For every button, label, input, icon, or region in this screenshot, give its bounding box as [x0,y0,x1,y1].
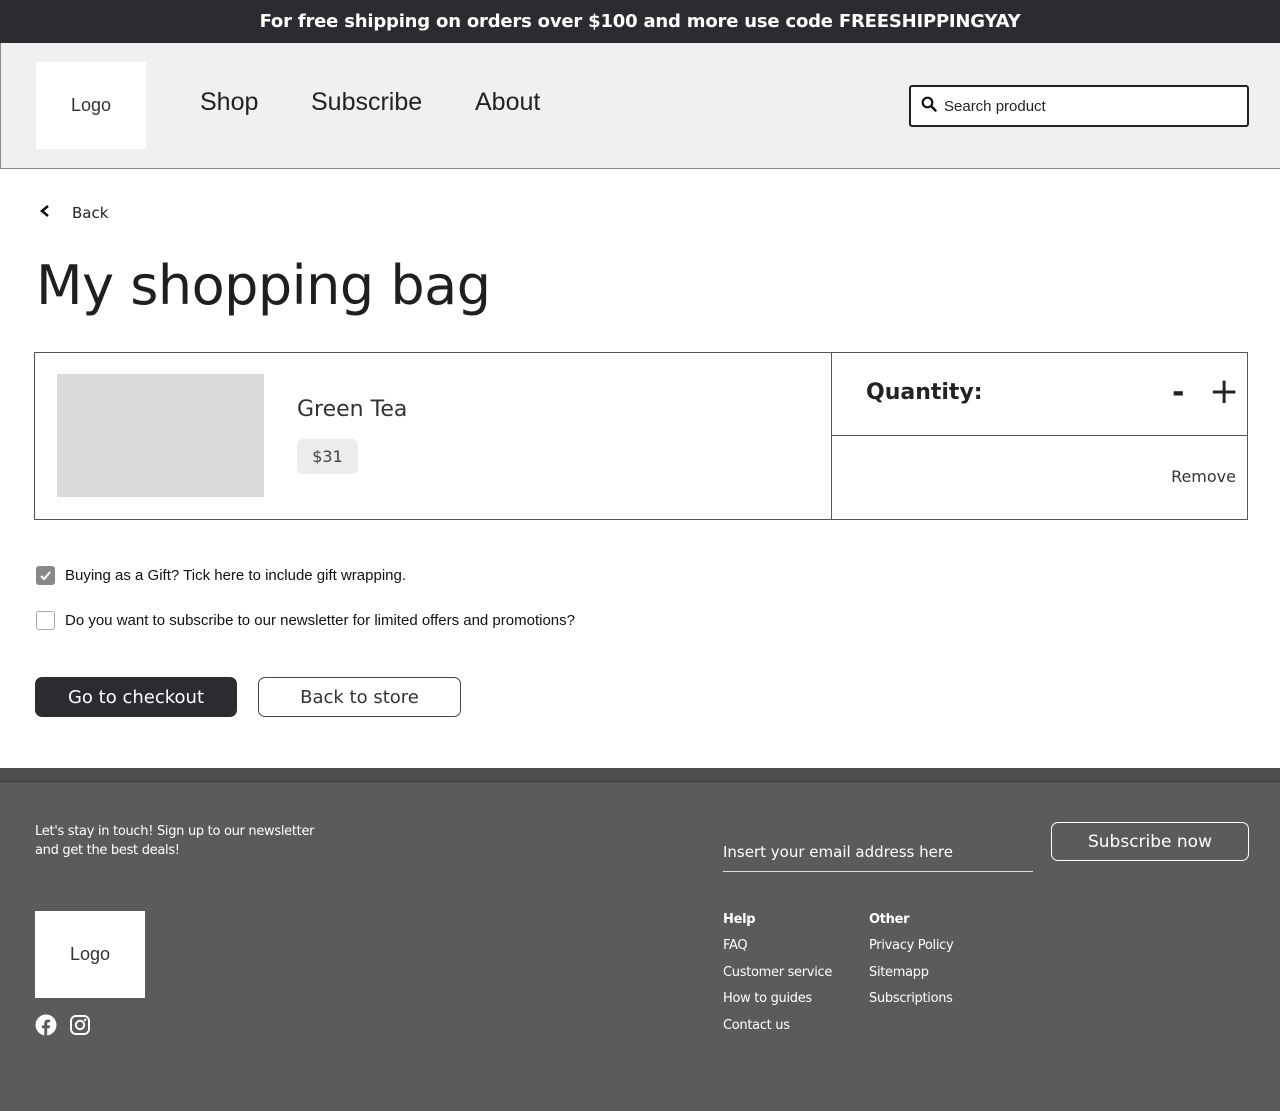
product-name[interactable]: Green Tea [297,397,407,422]
back-label: Back [72,203,109,222]
facebook-icon[interactable] [35,1014,57,1036]
footer-link-customer-service[interactable]: Customer service [723,965,832,992]
footer-other-links: Other Privacy Policy Sitemapp Subscripti… [869,912,954,1018]
checkout-button[interactable]: Go to checkout [35,677,237,717]
subscribe-now-button[interactable]: Subscribe now [1051,822,1249,861]
quantity-decrease-button[interactable]: - [1172,375,1184,410]
quantity-increase-button[interactable]: + [1209,371,1239,412]
footer-other-heading: Other [869,912,910,927]
bag-item: Green Tea $31 Quantity: - + Remove [34,352,1248,520]
footer-inner: Let's stay in touch! Sign up to our news… [0,781,1280,1111]
newsletter-option-label: Do you want to subscribe to our newslett… [65,612,575,629]
search-input[interactable] [944,97,1224,115]
footer-link-how-to-guides[interactable]: How to guides [723,991,832,1018]
newsletter-option[interactable]: Do you want to subscribe to our newslett… [36,611,575,630]
search-box[interactable] [909,85,1249,127]
quantity-row: Quantity: - + [832,353,1247,436]
gift-wrap-checkbox[interactable] [36,566,55,585]
site-header: Logo Shop Subscribe About [0,43,1280,169]
bag-item-details: Green Tea $31 [35,353,832,519]
footer-email-input[interactable] [723,832,1033,872]
footer-help-heading: Help [723,912,756,927]
footer-link-faq[interactable]: FAQ [723,938,832,965]
nav-subscribe[interactable]: Subscribe [311,88,422,117]
instagram-icon[interactable] [69,1014,91,1036]
footer-help-links: Help FAQ Customer service How to guides … [723,912,832,1044]
nav-about[interactable]: About [475,88,540,117]
footer-logo[interactable]: Logo [35,911,145,998]
footer-newsletter-text: Let's stay in touch! Sign up to our news… [35,824,315,858]
newsletter-checkbox[interactable] [36,611,55,630]
site-footer: Let's stay in touch! Sign up to our news… [0,768,1280,1111]
footer-link-privacy-policy[interactable]: Privacy Policy [869,938,954,965]
remove-item-button[interactable]: Remove [1171,467,1236,486]
gift-wrap-label: Buying as a Gift? Tick here to include g… [65,567,407,584]
footer-link-contact-us[interactable]: Contact us [723,1018,832,1045]
product-image[interactable] [57,374,264,497]
chevron-left-icon [38,203,52,222]
page-title: My shopping bag [36,254,491,317]
promo-banner: For free shipping on orders over $100 an… [0,0,1280,43]
back-to-store-button[interactable]: Back to store [258,677,461,717]
product-price: $31 [297,439,358,474]
checkmark-icon [40,571,51,581]
nav-shop[interactable]: Shop [200,88,258,117]
footer-link-subscriptions[interactable]: Subscriptions [869,991,953,1018]
back-link[interactable]: Back [38,203,108,222]
footer-link-sitemapp[interactable]: Sitemapp [869,965,953,992]
quantity-label: Quantity: [866,380,983,405]
search-icon [921,96,937,116]
header-logo[interactable]: Logo [36,62,146,149]
gift-wrap-option[interactable]: Buying as a Gift? Tick here to include g… [36,566,406,585]
